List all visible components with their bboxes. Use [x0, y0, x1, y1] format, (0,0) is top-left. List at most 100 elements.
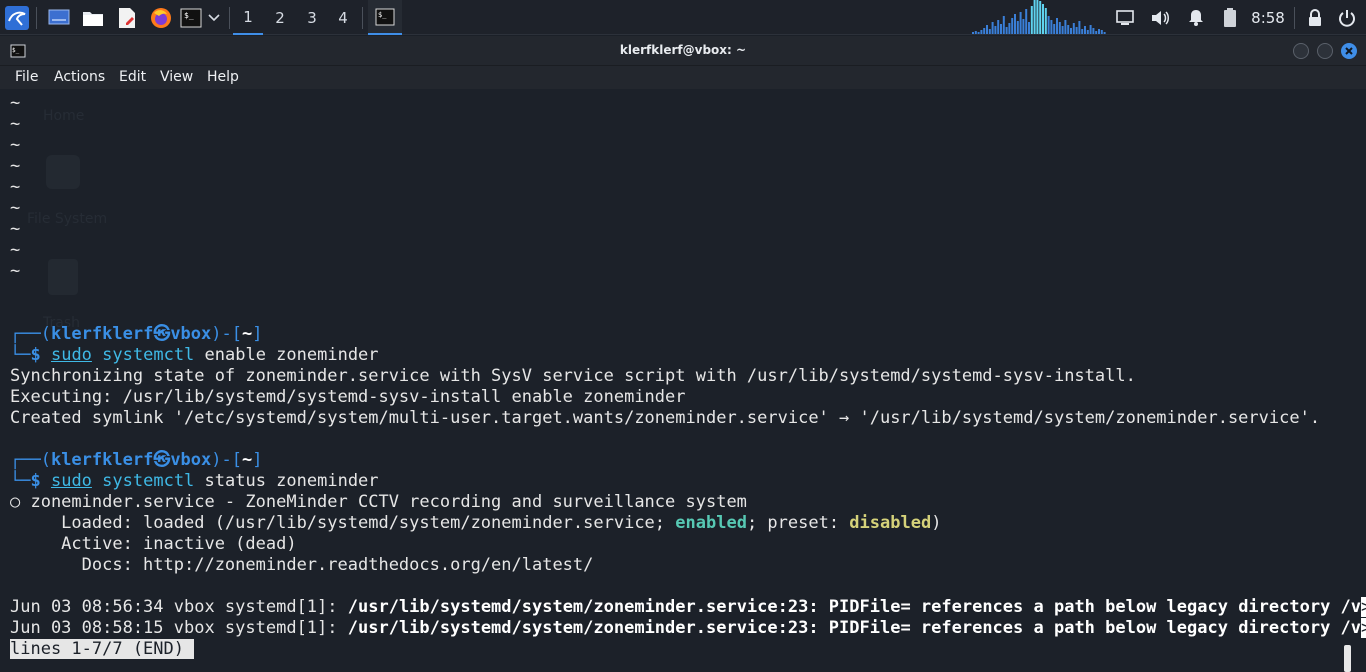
prompt-at-icon: ㉿	[153, 324, 171, 344]
prompt-frame: ┌──(	[10, 450, 51, 470]
terminal-output[interactable]: Home File System Trash ~ ~ ~ ~ ~ ~ ~ ~ ~…	[0, 89, 1366, 672]
firefox-icon[interactable]	[148, 0, 174, 35]
journal-prefix: Jun 03 08:56:34 vbox systemd[1]:	[10, 597, 348, 617]
command-line: └─$ sudo systemctl enable zoneminder	[10, 345, 379, 366]
prompt-line: ┌──(klerfklerf㉿vbox)-[~]	[10, 324, 262, 345]
service-docs: Docs: http://zoneminder.readthedocs.org/…	[10, 555, 594, 575]
menu-actions[interactable]: Actions	[54, 66, 105, 89]
close-button[interactable]	[1341, 43, 1357, 59]
journal-line: Jun 03 08:56:34 vbox systemd[1]: /usr/li…	[10, 597, 1366, 618]
workspace-4[interactable]: 4	[328, 0, 358, 35]
command-sudo: sudo	[50, 471, 92, 491]
journal-message: /usr/lib/systemd/system/zoneminder.servi…	[347, 597, 1362, 617]
workspace-1[interactable]: 1	[233, 0, 263, 35]
journal-line: Jun 03 08:58:15 vbox systemd[1]: /usr/li…	[10, 618, 1366, 639]
desktop-icon[interactable]	[46, 0, 72, 35]
desktop-label-home: Home	[43, 108, 85, 124]
command-name: systemctl	[102, 345, 195, 365]
notification-bell-icon[interactable]	[1185, 0, 1207, 35]
service-header: ○ zoneminder.service - ZoneMinder CCTV r…	[10, 492, 747, 512]
prompt-frame: └─	[10, 471, 31, 491]
journal-prefix: Jun 03 08:58:15 vbox systemd[1]:	[10, 618, 348, 638]
network-monitor-icon[interactable]	[972, 0, 1108, 35]
prompt-line: ┌──(klerfklerf㉿vbox)-[~]	[10, 450, 262, 471]
command-sudo: sudo	[50, 345, 92, 365]
loaded-text: ; preset:	[746, 513, 850, 533]
overflow-marker: >	[1361, 618, 1366, 638]
battery-icon[interactable]	[1219, 0, 1241, 35]
kali-menu-icon[interactable]	[2, 0, 32, 35]
preset-disabled-badge: disabled	[849, 513, 932, 533]
workspace-3[interactable]: 3	[297, 0, 327, 35]
enabled-badge: enabled	[675, 513, 747, 533]
text-editor-icon[interactable]	[114, 0, 140, 35]
prompt-host: vbox	[170, 450, 212, 470]
menu-edit[interactable]: Edit	[119, 66, 146, 89]
close-icon	[1345, 47, 1353, 55]
minimize-button[interactable]	[1293, 43, 1309, 59]
lock-icon[interactable]	[1304, 0, 1326, 35]
display-icon[interactable]	[1114, 0, 1136, 35]
window-titlebar[interactable]: $_ klerfklerf@vbox: ~	[0, 36, 1366, 66]
prompt-user: klerfklerf	[50, 450, 154, 470]
workspace-2[interactable]: 2	[265, 0, 295, 35]
prompt-frame: )-[	[211, 450, 242, 470]
tilde-line: ~	[10, 219, 21, 239]
command-args: status zoneminder	[194, 471, 379, 491]
prompt-frame: ]	[252, 450, 263, 470]
prompt-dollar: $	[30, 345, 51, 365]
overflow-marker: >	[1361, 597, 1366, 617]
menu-view[interactable]: View	[160, 66, 193, 89]
file-system-icon	[46, 155, 80, 189]
command-name: systemctl	[102, 471, 195, 491]
svg-text:$_: $_	[184, 11, 194, 20]
maximize-button[interactable]	[1317, 43, 1333, 59]
tilde-line: ~	[10, 198, 21, 218]
power-icon[interactable]	[1336, 0, 1358, 35]
chevron-down-icon[interactable]	[204, 0, 224, 35]
prompt-host: vbox	[170, 324, 212, 344]
desktop-label-file-system: File System	[27, 211, 108, 227]
tilde-line: ~	[10, 93, 21, 113]
separator	[229, 7, 230, 29]
trash-icon	[48, 259, 78, 295]
service-active: Active: inactive (dead)	[10, 534, 297, 554]
tilde-line: ~	[10, 240, 21, 260]
pager-status: lines 1-7/7 (END)	[10, 639, 184, 659]
scrollbar-thumb[interactable]	[1344, 645, 1351, 672]
terminal-icon[interactable]: $_	[178, 0, 204, 35]
tilde-line: ~	[10, 114, 21, 134]
menu-help[interactable]: Help	[207, 66, 239, 89]
output-line: Executing: /usr/lib/systemd/systemd-sysv…	[10, 387, 686, 407]
separator	[1294, 7, 1295, 29]
tilde-line: ~	[10, 177, 21, 197]
prompt-cwd: ~	[241, 450, 253, 470]
separator	[36, 7, 37, 29]
separator	[362, 7, 363, 29]
command-args: enable zoneminder	[194, 345, 379, 365]
output-line: Created symlink '/etc/systemd/system/mul…	[10, 408, 1321, 428]
svg-text:$_: $_	[378, 11, 387, 19]
prompt-frame: └─	[10, 345, 31, 365]
tilde-line: ~	[10, 156, 21, 176]
tilde-line: ~	[10, 135, 21, 155]
service-loaded: Loaded: loaded (/usr/lib/systemd/system/…	[10, 513, 941, 534]
volume-icon[interactable]	[1150, 0, 1172, 35]
file-manager-icon[interactable]	[80, 0, 106, 35]
loaded-text: )	[931, 513, 942, 533]
prompt-frame: ]	[252, 324, 263, 344]
prompt-cwd: ~	[241, 324, 253, 344]
terminal-window-icon[interactable]: $_	[368, 0, 402, 35]
prompt-user: klerfklerf	[50, 324, 154, 344]
prompt-at-icon: ㉿	[153, 450, 171, 470]
taskbar: $_ 1 2 3 4 $_ 8:58	[0, 0, 1366, 35]
clock[interactable]: 8:58	[1248, 0, 1288, 35]
prompt-frame: ┌──(	[10, 324, 51, 344]
menu-file[interactable]: File	[15, 66, 38, 89]
journal-message: /usr/lib/systemd/system/zoneminder.servi…	[347, 618, 1362, 638]
tilde-line: ~	[10, 261, 21, 281]
window-title: klerfklerf@vbox: ~	[619, 43, 747, 57]
prompt-frame: )-[	[211, 324, 242, 344]
menubar: File Actions Edit View Help	[0, 66, 1366, 89]
prompt-dollar: $	[30, 471, 51, 491]
